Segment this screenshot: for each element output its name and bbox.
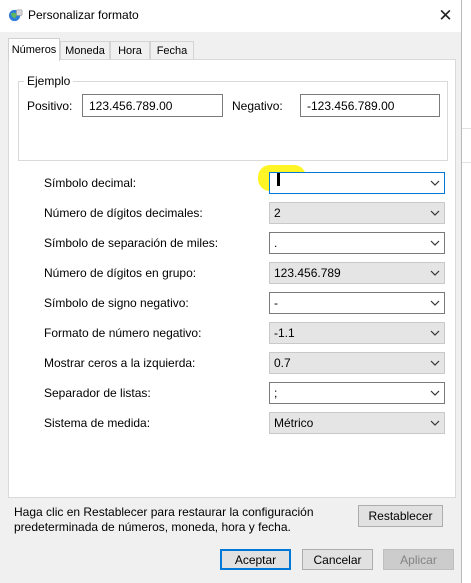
chevron-down-icon[interactable] xyxy=(430,299,440,307)
apply-button: Aplicar xyxy=(383,549,454,570)
combo-value: 123.456.789 xyxy=(274,266,341,280)
combo-value: 2 xyxy=(274,206,281,220)
apply-button-label: Aplicar xyxy=(400,552,437,567)
chevron-down-icon[interactable] xyxy=(430,239,440,247)
setting-label-decimal-digits: Número de dígitos decimales: xyxy=(44,206,203,220)
chevron-down-icon[interactable] xyxy=(430,269,440,277)
decimal-symbol-combobox[interactable] xyxy=(269,172,445,194)
positive-example-field: 123.456.789.00 xyxy=(82,94,223,117)
combo-value: 0.7 xyxy=(274,356,291,370)
cancel-button-label: Cancelar xyxy=(313,552,362,567)
combo-value: -1.1 xyxy=(274,326,295,340)
example-legend: Ejemplo xyxy=(24,74,74,88)
chevron-down-icon[interactable] xyxy=(430,389,440,397)
setting-label-digit-grouping: Número de dígitos en grupo: xyxy=(44,266,197,280)
setting-label-negative-format: Formato de número negativo: xyxy=(44,326,202,340)
digit-grouping-dropdown[interactable]: 123.456.789 xyxy=(269,262,445,284)
combo-value: . xyxy=(274,236,278,250)
window-title: Personalizar formato xyxy=(28,8,139,22)
setting-label-decimal-symbol: Símbolo decimal: xyxy=(44,176,137,190)
list-separator-combobox[interactable]: ; xyxy=(269,382,445,404)
tab-label: Números xyxy=(11,44,57,56)
background-window-edge xyxy=(462,0,471,583)
leading-zeros-dropdown[interactable]: 0.7 xyxy=(269,352,445,374)
accept-button[interactable]: Aceptar xyxy=(220,549,291,570)
setting-label-list-separator: Separador de listas: xyxy=(44,386,151,400)
customize-format-dialog: Personalizar formato ✕ Números Moneda Ho… xyxy=(0,0,462,583)
setting-label-measurement-system: Sistema de medida: xyxy=(44,416,151,430)
tab-hora[interactable]: Hora xyxy=(110,41,150,60)
accept-button-label: Aceptar xyxy=(234,552,277,567)
decimal-digits-dropdown[interactable]: 2 xyxy=(269,202,445,224)
tab-label: Hora xyxy=(118,45,142,57)
reset-button[interactable]: Restablecer xyxy=(358,505,443,527)
chevron-down-icon[interactable] xyxy=(430,179,440,187)
negative-example-field: -123.456.789.00 xyxy=(300,94,440,117)
setting-label-negative-sign: Símbolo de signo negativo: xyxy=(44,296,189,310)
reset-help-text-line1: Haga clic en Restablecer para restaurar … xyxy=(14,505,314,519)
tab-fecha[interactable]: Fecha xyxy=(150,41,194,60)
globe-settings-icon xyxy=(8,9,23,22)
negative-format-dropdown[interactable]: -1.1 xyxy=(269,322,445,344)
tab-numeros[interactable]: Números xyxy=(8,38,60,61)
negative-example-value: -123.456.789.00 xyxy=(307,98,395,113)
chevron-down-icon[interactable] xyxy=(430,209,440,217)
close-icon: ✕ xyxy=(438,5,453,25)
combo-value: - xyxy=(274,296,278,310)
thousands-separator-combobox[interactable]: . xyxy=(269,232,445,254)
divider xyxy=(462,128,471,129)
reset-help-text-line2: predeterminada de números, moneda, hora … xyxy=(14,520,291,534)
title-bar: Personalizar formato ✕ xyxy=(0,0,461,32)
negative-label: Negativo: xyxy=(232,99,283,113)
measurement-system-dropdown[interactable]: Métrico xyxy=(269,412,445,434)
tab-label: Moneda xyxy=(65,45,105,57)
combo-value: ; xyxy=(274,386,278,400)
cancel-button[interactable]: Cancelar xyxy=(302,549,373,570)
setting-label-leading-zeros: Mostrar ceros a la izquierda: xyxy=(44,356,196,370)
positive-label: Positivo: xyxy=(27,99,73,113)
chevron-down-icon[interactable] xyxy=(430,359,440,367)
close-button[interactable]: ✕ xyxy=(430,0,461,31)
divider xyxy=(462,162,471,163)
reset-button-label: Restablecer xyxy=(368,509,433,523)
tab-label: Fecha xyxy=(156,45,188,57)
negative-sign-combobox[interactable]: - xyxy=(269,292,445,314)
text-caret xyxy=(277,173,280,186)
positive-example-value: 123.456.789.00 xyxy=(89,98,173,113)
chevron-down-icon[interactable] xyxy=(430,419,440,427)
combo-value: Métrico xyxy=(274,416,314,430)
setting-label-thousands-separator: Símbolo de separación de miles: xyxy=(44,236,219,250)
example-groupbox xyxy=(18,81,448,161)
chevron-down-icon[interactable] xyxy=(430,329,440,337)
tab-moneda[interactable]: Moneda xyxy=(60,41,110,60)
